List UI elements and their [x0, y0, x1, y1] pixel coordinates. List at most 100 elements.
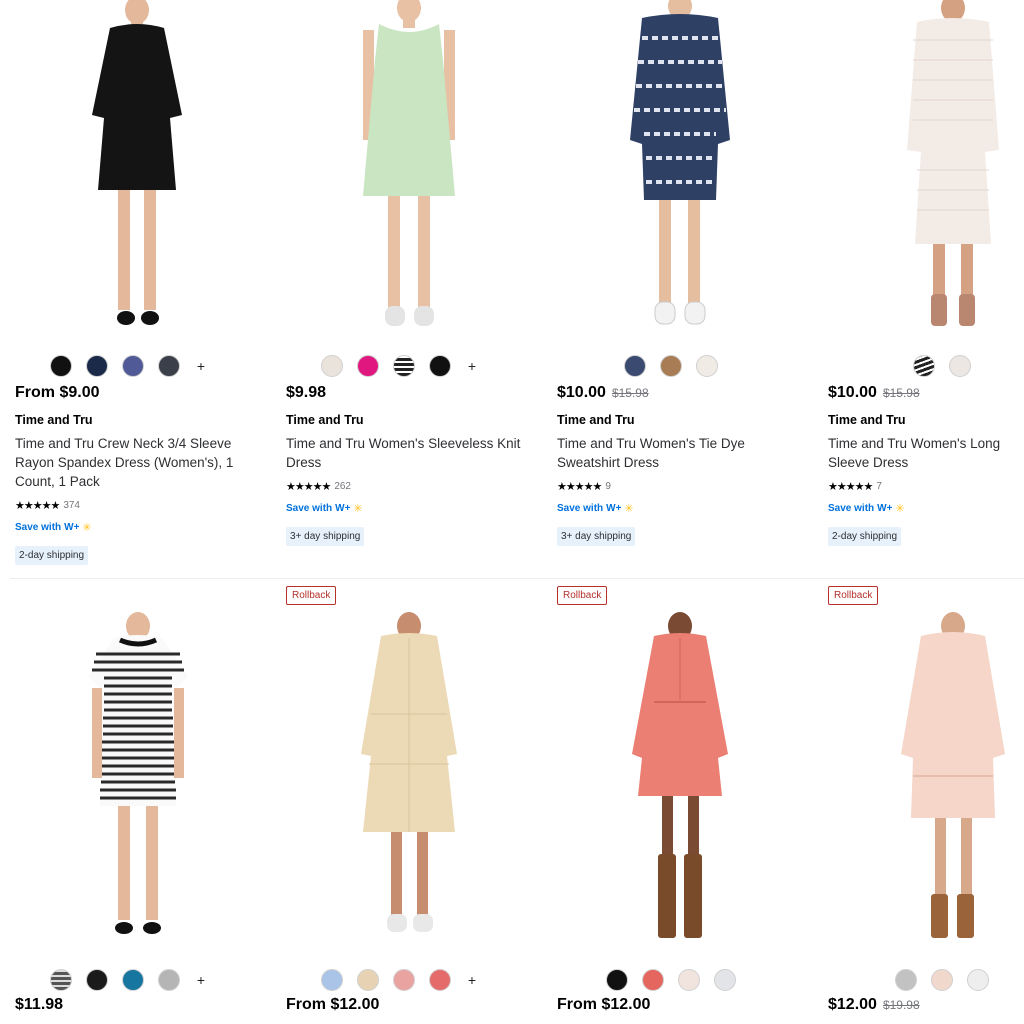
color-swatch[interactable] [678, 969, 700, 991]
brand: Time and Tru [286, 413, 364, 427]
price: From $9.00 [15, 384, 100, 401]
color-swatch[interactable] [50, 355, 72, 377]
row-divider [10, 578, 1024, 579]
review-count: 9 [605, 481, 611, 492]
price-line: From $9.00 [15, 384, 99, 402]
was-price: $15.98 [611, 386, 649, 400]
color-swatch[interactable] [913, 355, 935, 377]
review-count: 7 [876, 481, 882, 492]
color-swatch[interactable] [696, 355, 718, 377]
color-swatch[interactable] [967, 969, 989, 991]
save-label: Save with [557, 503, 604, 514]
product-title[interactable]: Time and Tru Women's Tie Dye Sweatshirt … [557, 434, 792, 472]
color-swatches: + [0, 355, 258, 377]
shipping-badge: 3+ day shipping [557, 527, 636, 546]
save-with-walmart-plus[interactable]: Save with W+ ✳ [286, 502, 363, 515]
rating: ★★★★★ 7 [828, 480, 882, 493]
stars-icon: ★★★★★ [15, 500, 60, 512]
price-line: From $12.00 [286, 996, 379, 1014]
rollback-badge: Rollback [557, 586, 608, 605]
save-label: Save with [286, 503, 333, 514]
price-line: From $12.00 [557, 996, 650, 1014]
rating: ★★★★★ 262 [286, 480, 351, 493]
product-image[interactable] [271, 604, 529, 944]
color-swatch[interactable] [393, 355, 415, 377]
color-swatch[interactable] [931, 969, 953, 991]
brand: Time and Tru [828, 413, 906, 427]
product-title[interactable]: Time and Tru Crew Neck 3/4 Sleeve Rayon … [15, 434, 250, 491]
product-image[interactable] [0, 604, 258, 944]
color-swatches [542, 355, 800, 377]
shipping-badge: 2-day shipping [15, 546, 89, 565]
color-swatch[interactable] [86, 355, 108, 377]
color-swatch[interactable] [429, 969, 451, 991]
product-image[interactable] [0, 0, 258, 340]
color-swatch[interactable] [158, 969, 180, 991]
color-swatch[interactable] [357, 355, 379, 377]
color-swatch[interactable] [158, 355, 180, 377]
product-image[interactable] [271, 0, 529, 340]
color-swatch[interactable] [949, 355, 971, 377]
color-swatch[interactable] [660, 355, 682, 377]
color-swatch[interactable] [86, 969, 108, 991]
color-swatch[interactable] [357, 969, 379, 991]
shipping-badge: 3+ day shipping [286, 527, 365, 546]
was-price: $15.98 [882, 386, 920, 400]
save-label: Save with [828, 503, 875, 514]
price: From $12.00 [557, 996, 651, 1013]
price: $9.98 [286, 384, 327, 401]
stars-icon: ★★★★★ [286, 481, 331, 493]
color-swatch[interactable] [122, 969, 144, 991]
color-swatch[interactable] [321, 355, 343, 377]
was-price: $19.98 [882, 998, 920, 1012]
more-colors-button[interactable]: + [465, 358, 479, 374]
stripe-dress-photo-icon [907, 0, 999, 326]
product-title[interactable]: Time and Tru Women's Sleeveless Knit Dre… [286, 434, 521, 472]
more-colors-button[interactable]: + [194, 358, 208, 374]
rollback-badge: Rollback [286, 586, 337, 605]
walmart-plus-logo-icon: W+ [335, 503, 351, 514]
spark-icon: ✳ [82, 522, 92, 534]
color-swatch[interactable] [624, 355, 646, 377]
color-swatch[interactable] [429, 355, 451, 377]
price-line: $10.00 $15.98 [557, 384, 649, 402]
review-count: 262 [334, 481, 351, 492]
stars-icon: ★★★★★ [557, 481, 602, 493]
price: From $12.00 [286, 996, 380, 1013]
color-swatch[interactable] [895, 969, 917, 991]
save-with-walmart-plus[interactable]: Save with W+ ✳ [15, 521, 92, 534]
shipping-badge: 2-day shipping [828, 527, 902, 546]
spark-icon: ✳ [624, 503, 634, 515]
rollback-badge: Rollback [828, 586, 879, 605]
product-image[interactable] [813, 604, 1024, 944]
color-swatch[interactable] [122, 355, 144, 377]
price-line: $12.00 $19.98 [828, 996, 920, 1014]
color-swatch[interactable] [393, 969, 415, 991]
rating: ★★★★★ 9 [557, 480, 611, 493]
price-line: $9.98 [286, 384, 326, 402]
mint-dress-photo-icon [363, 0, 455, 326]
color-swatch[interactable] [642, 969, 664, 991]
save-with-walmart-plus[interactable]: Save with W+ ✳ [557, 502, 634, 515]
more-colors-button[interactable]: + [465, 972, 479, 988]
save-label: Save with [15, 522, 62, 533]
striped-tshirt-dress-photo-icon [88, 612, 188, 934]
brand: Time and Tru [557, 413, 635, 427]
product-image[interactable] [813, 0, 1024, 340]
color-swatches [813, 355, 1024, 377]
more-colors-button[interactable]: + [194, 972, 208, 988]
black-dress-photo-icon [92, 0, 182, 325]
color-swatch[interactable] [606, 969, 628, 991]
color-swatch[interactable] [321, 969, 343, 991]
color-swatches: + [271, 355, 529, 377]
rating: ★★★★★ 374 [15, 499, 80, 512]
product-image[interactable] [542, 0, 800, 340]
color-swatch[interactable] [714, 969, 736, 991]
color-swatch[interactable] [50, 969, 72, 991]
product-title[interactable]: Time and Tru Women's Long Sleeve Dress [828, 434, 1024, 472]
save-with-walmart-plus[interactable]: Save with W+ ✳ [828, 502, 905, 515]
color-swatches [542, 969, 800, 991]
product-image[interactable] [542, 604, 800, 944]
coral-dress-photo-icon [632, 612, 728, 938]
color-swatches [813, 969, 1024, 991]
